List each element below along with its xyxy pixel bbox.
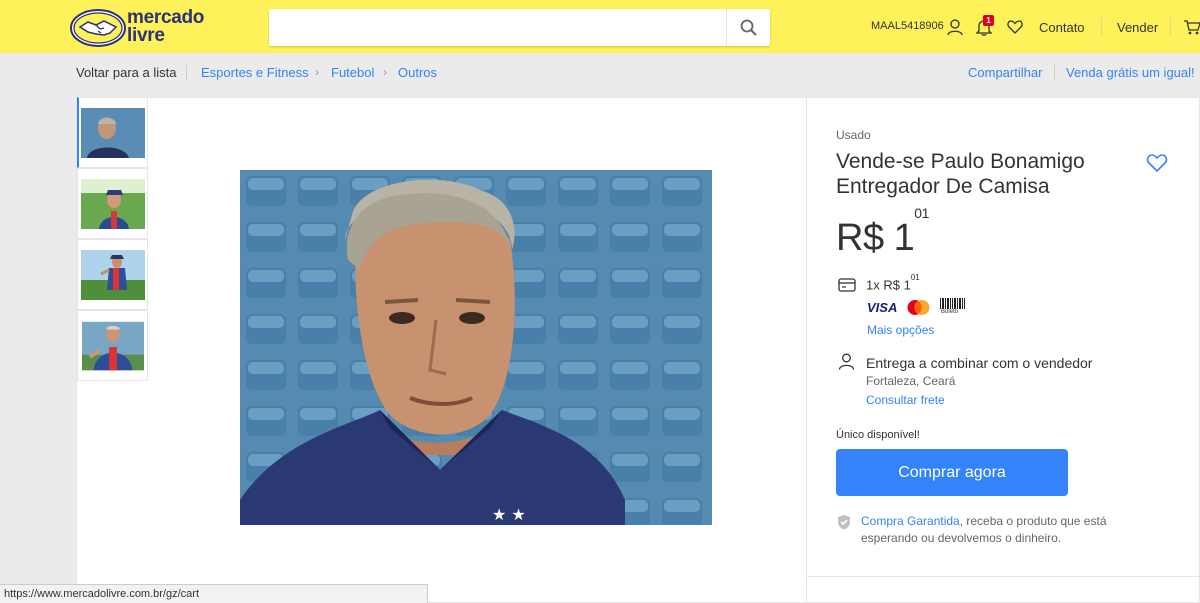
mercado-livre-logo[interactable]: mercado livre <box>70 8 230 48</box>
product-main-image[interactable]: ★ ★ <box>240 170 712 525</box>
mastercard-logo <box>907 300 930 315</box>
svg-text:★ ★: ★ ★ <box>492 505 526 524</box>
thumbnail-4[interactable] <box>77 310 148 381</box>
buy-box-footer <box>806 577 1200 603</box>
thumbnail-list <box>76 97 148 384</box>
boleto-label: Boleto <box>941 309 959 315</box>
coach-cap-thumbnail <box>80 178 145 229</box>
installment-cents: 01 <box>910 273 920 282</box>
username-label[interactable]: MAAL5418906 <box>871 20 944 32</box>
contact-link[interactable]: Contato <box>1039 20 1085 35</box>
visa-logo: VISA <box>867 300 898 315</box>
coach-portrait-thumbnail <box>81 107 145 158</box>
chevron-right-icon: › <box>315 65 319 79</box>
stock-label: Único disponível! <box>836 429 920 441</box>
logo-wordmark: mercado livre <box>127 7 205 46</box>
notification-badge: 1 <box>983 15 994 26</box>
price-currency: R$ <box>836 217 884 259</box>
installment-info: 1x R$ 101 <box>866 273 920 293</box>
breadcrumb-item-football[interactable]: Futebol <box>331 65 374 80</box>
handshake-logo-icon <box>70 9 126 47</box>
product-title: Vende-se Paulo Bonamigo Entregador De Ca… <box>836 150 1085 198</box>
guarantee-link[interactable]: Compra Garantida <box>861 514 960 528</box>
more-payment-options-link[interactable]: Mais opções <box>867 323 934 337</box>
search-input[interactable] <box>269 9 726 46</box>
chevron-right-icon: › <box>383 65 387 79</box>
check-shipping-link[interactable]: Consultar frete <box>866 393 945 407</box>
thumbnail-3[interactable] <box>77 239 148 310</box>
price-cents: 01 <box>914 205 929 222</box>
seller-location: Fortaleza, Ceará <box>866 374 956 388</box>
header-divider <box>1170 18 1171 36</box>
sell-same-link[interactable]: Venda grátis um igual! <box>1066 65 1195 80</box>
installment-amount: 1x R$ 1 <box>866 277 911 293</box>
price: R$ 101 <box>836 205 929 260</box>
search-button[interactable] <box>726 9 770 46</box>
breadcrumb-item-others[interactable]: Outros <box>398 65 437 80</box>
cart-icon[interactable] <box>1183 18 1200 36</box>
shield-check-icon <box>838 515 850 530</box>
breadcrumb-divider <box>1054 65 1055 80</box>
back-to-list-link[interactable]: Voltar para a lista <box>76 65 176 80</box>
share-link[interactable]: Compartilhar <box>968 65 1042 80</box>
purchase-guarantee: Compra Garantida, receba o produto que e… <box>861 513 1161 547</box>
coach-training-thumbnail <box>80 249 145 300</box>
price-integer: 1 <box>893 217 915 259</box>
coach-shouting-thumbnail <box>81 321 144 370</box>
person-icon <box>838 353 855 370</box>
user-icon[interactable] <box>946 18 964 36</box>
sell-link[interactable]: Vender <box>1117 20 1158 35</box>
thumbnail-2[interactable] <box>77 168 148 239</box>
browser-status-url: https://www.mercadolivre.com.br/gz/cart <box>0 584 428 603</box>
condition-label: Usado <box>836 128 871 142</box>
header-divider <box>1101 18 1102 36</box>
favorite-heart-icon[interactable] <box>1146 153 1168 173</box>
search-box <box>269 9 770 46</box>
breadcrumb-divider <box>186 65 187 80</box>
search-icon <box>740 19 757 36</box>
buy-now-button[interactable]: Comprar agora <box>836 449 1068 496</box>
heart-icon[interactable] <box>1006 18 1024 36</box>
breadcrumb: Voltar para a lista Esportes e Fitness ›… <box>0 53 1200 97</box>
delivery-info: Entrega a combinar com o vendedor <box>866 355 1093 371</box>
breadcrumb-item-sports[interactable]: Esportes e Fitness <box>201 65 309 80</box>
thumbnail-1[interactable] <box>77 97 148 168</box>
credit-card-icon <box>838 278 856 292</box>
